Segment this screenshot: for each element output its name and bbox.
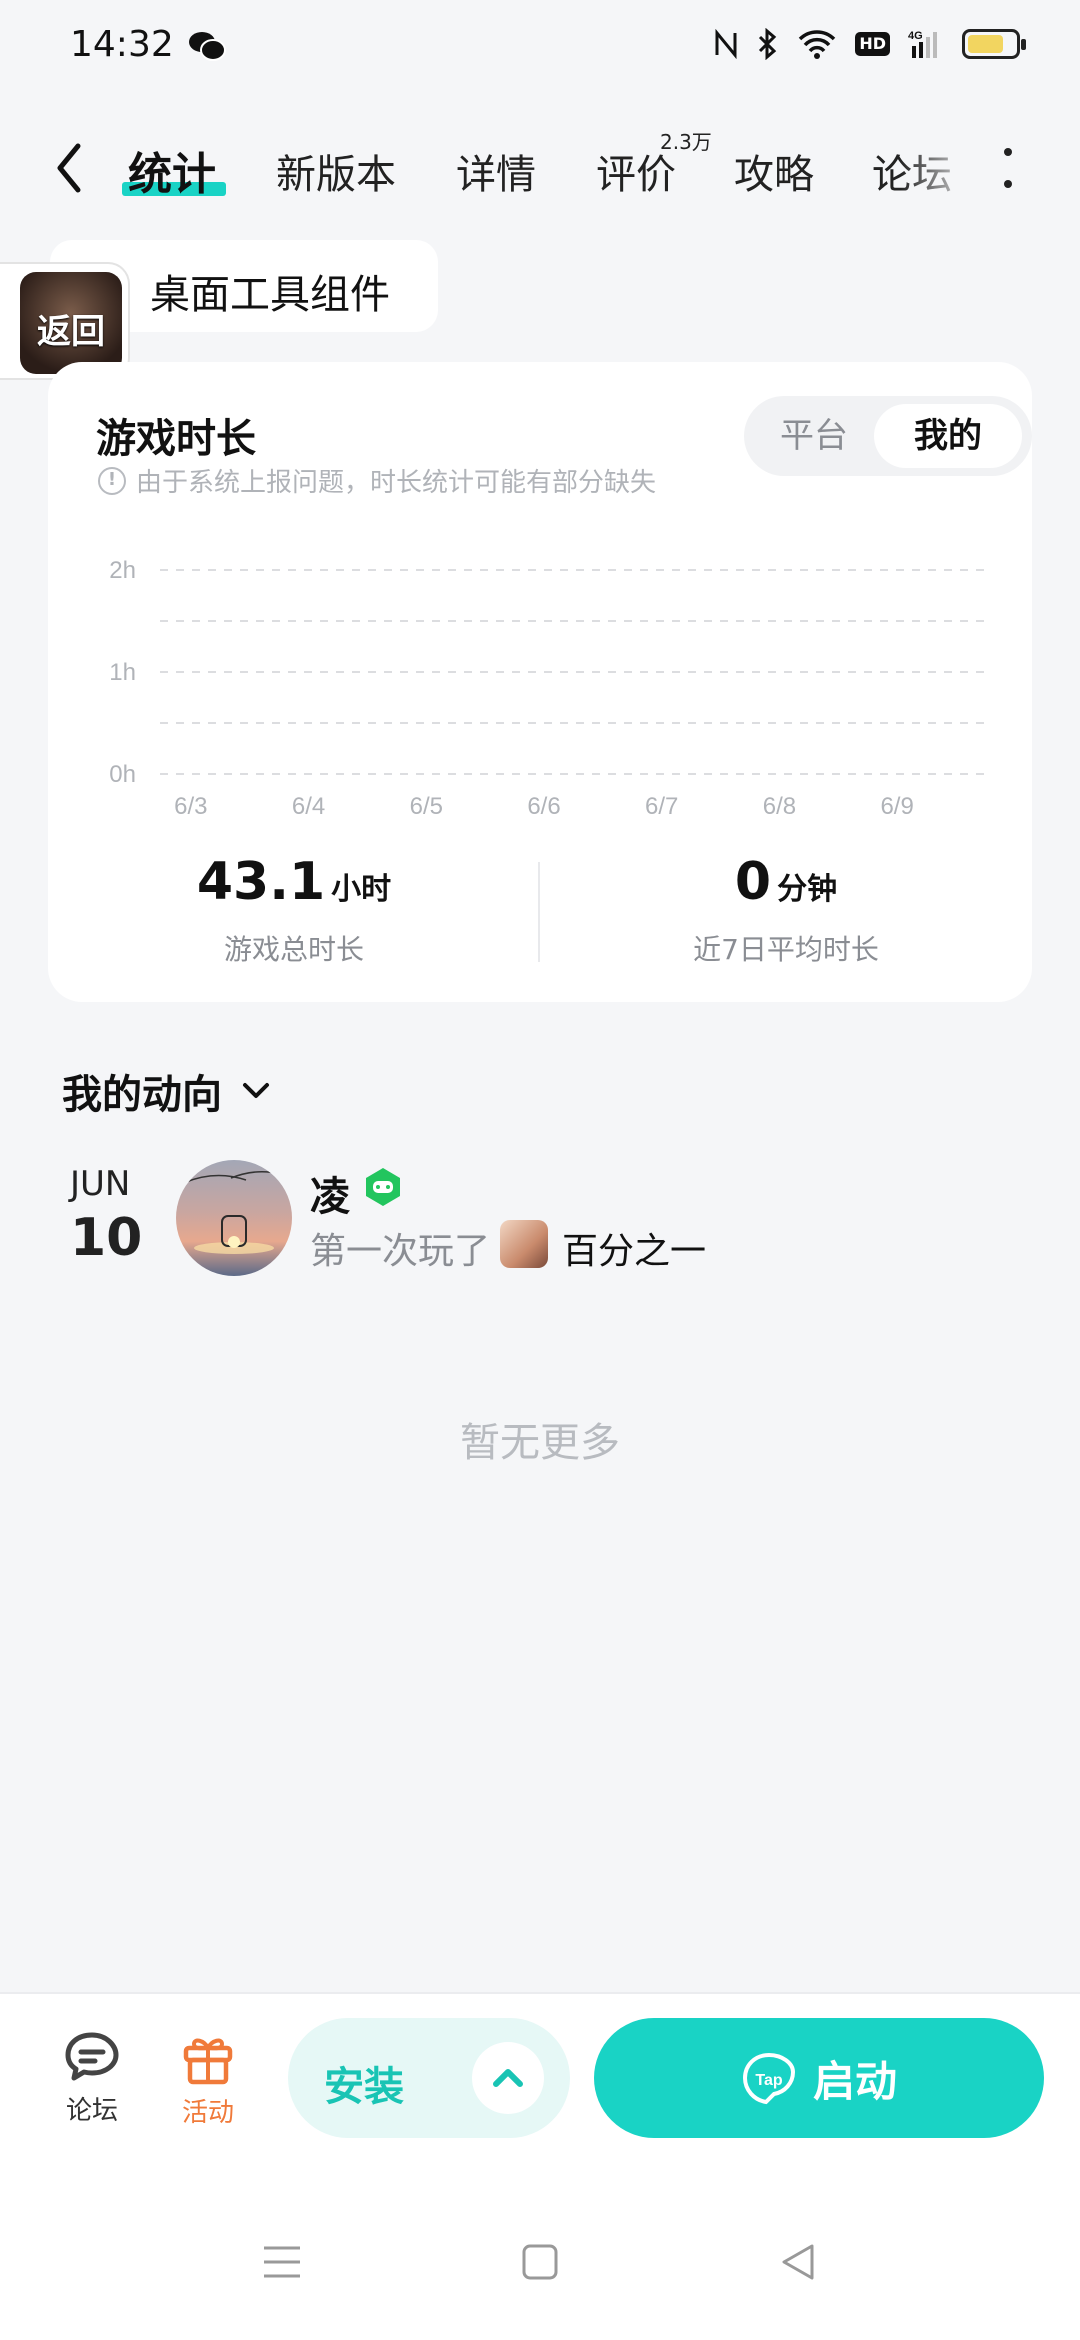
install-label: 安装 xyxy=(324,2064,404,2110)
activity-day: 10 xyxy=(70,1208,143,1268)
activity-item[interactable]: JUN 10 凌 第一次玩了 百分之一 xyxy=(0,1150,1080,1290)
game-thumbnail: 返回 xyxy=(20,272,122,374)
y-tick-label: 0h xyxy=(109,761,136,788)
gift-icon xyxy=(183,2038,233,2085)
x-tick-label: 6/9 xyxy=(880,793,913,820)
avg-playtime: 0 分钟 近7日平均时长 xyxy=(540,852,1032,968)
system-nav-bar xyxy=(0,2240,1080,2300)
activity-game-name[interactable]: 百分之一 xyxy=(562,1222,706,1274)
x-tick-label: 6/5 xyxy=(410,793,443,820)
return-label: 返回 xyxy=(37,312,105,352)
chevron-up-icon xyxy=(493,2069,523,2087)
forum-label: 论坛 xyxy=(65,2096,118,2126)
avg-playtime-unit: 分钟 xyxy=(777,872,838,907)
menu-icon[interactable] xyxy=(262,2240,302,2284)
playtime-summary: 43.1 小时 游戏总时长 0 分钟 近7日平均时长 xyxy=(48,852,1032,972)
hd-icon: HD xyxy=(855,32,890,56)
tab-stats[interactable]: 统计 xyxy=(128,138,216,202)
x-tick-label: 6/3 xyxy=(174,793,207,820)
x-tick-label: 6/8 xyxy=(763,793,796,820)
activity-text: 第一次玩了 xyxy=(310,1231,491,1272)
playtime-card: 游戏时长 ! 由于系统上报问题，时长统计可能有部分缺失 平台 我的 2h 1h 0h… xyxy=(48,362,1032,1002)
total-playtime-label: 游戏总时长 xyxy=(223,933,364,966)
activity-user-name[interactable]: 凌 xyxy=(310,1164,350,1222)
status-time: 14:32 xyxy=(70,24,174,65)
bluetooth-icon xyxy=(759,28,777,60)
y-tick-label: 1h xyxy=(109,659,136,686)
avatar[interactable] xyxy=(176,1160,292,1276)
x-tick-label: 6/6 xyxy=(527,793,560,820)
platform-mine-toggle: 平台 我的 xyxy=(744,396,1032,476)
forum-button[interactable]: 论坛 xyxy=(52,2030,132,2127)
install-button[interactable]: 安装 xyxy=(288,2018,570,2138)
events-label: 活动 xyxy=(181,2098,234,2128)
avg-playtime-label: 近7日平均时长 xyxy=(693,933,879,966)
wifi-icon xyxy=(799,30,836,59)
total-playtime-unit: 小时 xyxy=(331,872,392,907)
desktop-widget-label: 桌面工具组件 xyxy=(150,272,390,318)
toggle-platform[interactable]: 平台 xyxy=(754,404,874,468)
x-tick-label: 6/7 xyxy=(645,793,678,820)
status-icons: HD 4G xyxy=(713,28,1026,60)
my-activity-header[interactable]: 我的动向 xyxy=(62,1062,274,1120)
tap-logo-text: Tap xyxy=(755,2072,782,2089)
chevron-down-icon xyxy=(243,1083,269,1098)
launch-button[interactable]: Tap 启动 xyxy=(594,2018,1044,2138)
svg-text:4G: 4G xyxy=(908,30,923,42)
playtime-note-text: 由于系统上报问题，时长统计可能有部分缺失 xyxy=(136,468,657,498)
back-icon[interactable] xyxy=(778,2240,818,2284)
total-playtime: 43.1 小时 游戏总时长 xyxy=(48,852,540,968)
expand-install-button[interactable] xyxy=(472,2042,544,2114)
playtime-title: 游戏时长 xyxy=(96,416,256,462)
review-count-badge: 2.3万 xyxy=(660,130,712,154)
tab-details[interactable]: 详情 xyxy=(456,142,536,200)
tap-logo-icon: Tap xyxy=(742,2052,795,2104)
info-icon: ! xyxy=(98,466,126,495)
wechat-icon xyxy=(189,32,226,61)
total-playtime-value: 43.1 xyxy=(196,852,326,912)
more-options-icon[interactable] xyxy=(1000,148,1016,188)
battery-icon xyxy=(962,29,1026,59)
nfc-icon xyxy=(715,29,737,59)
game-icon[interactable] xyxy=(500,1220,548,1268)
x-tick-label: 6/4 xyxy=(292,793,325,820)
my-activity-title: 我的动向 xyxy=(62,1072,222,1118)
status-bar: 14:32 HD 4G xyxy=(0,0,1080,96)
events-button[interactable]: 活动 xyxy=(168,2030,248,2129)
verified-badge-icon xyxy=(366,1168,400,1206)
tab-guides[interactable]: 攻略 xyxy=(734,142,814,200)
no-more-text: 暂无更多 xyxy=(460,1420,620,1466)
signal-icon: 4G xyxy=(908,30,937,58)
playtime-note: ! 由于系统上报问题，时长统计可能有部分缺失 xyxy=(98,462,656,499)
avg-playtime-value: 0 xyxy=(734,852,772,912)
activity-month: JUN xyxy=(70,1164,131,1204)
y-tick-label: 2h xyxy=(109,557,136,584)
back-arrow-icon[interactable] xyxy=(50,138,90,198)
home-icon[interactable] xyxy=(520,2240,560,2284)
tab-new-version[interactable]: 新版本 xyxy=(276,142,396,200)
playtime-chart: 2h 1h 0h 6/3 6/4 6/5 6/6 6/7 6/8 6/9 xyxy=(109,557,984,820)
toggle-mine[interactable]: 我的 xyxy=(874,404,1022,468)
top-nav: 统计 新版本 详情 评价 2.3万 攻略 论坛 xyxy=(0,120,1080,220)
launch-label: 启动 xyxy=(812,2057,897,2106)
forum-icon xyxy=(65,2032,119,2081)
